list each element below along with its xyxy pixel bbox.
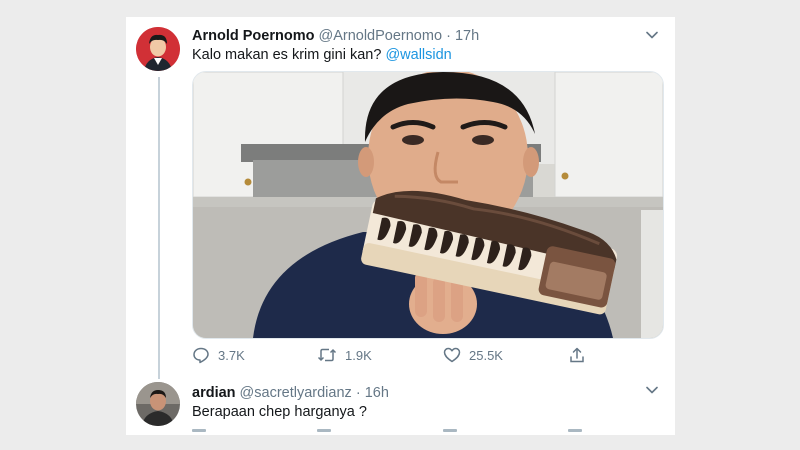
tweet-photo[interactable] <box>192 71 664 339</box>
reply-header: ardian @sacretlyardianz · 16h <box>192 385 389 401</box>
reply-button[interactable]: 3.7K <box>192 344 245 366</box>
chevron-down-icon[interactable] <box>643 381 661 399</box>
tweet-text: Kalo makan es krim gini kan? @wallsidn <box>192 47 452 63</box>
heart-icon <box>443 346 461 364</box>
author-handle[interactable]: @ArnoldPoernomo <box>318 28 442 44</box>
share-icon[interactable] <box>568 429 582 432</box>
reply-author-avatar[interactable] <box>136 382 180 426</box>
retweet-icon <box>317 346 337 364</box>
retweet-icon[interactable] <box>317 429 331 432</box>
tweet-timestamp[interactable]: 17h <box>455 28 479 44</box>
reply-count: 3.7K <box>218 347 245 363</box>
reply-text: Berapaan chep harganya ? <box>192 404 367 420</box>
reply-author-handle[interactable]: @sacretlyardianz <box>240 385 352 401</box>
reply-icon[interactable] <box>192 429 206 432</box>
thread-connector-line <box>158 77 160 379</box>
reply-author-name[interactable]: ardian <box>192 385 236 401</box>
author-name[interactable]: Arnold Poernomo <box>192 28 314 44</box>
tweet-thread-card: Arnold Poernomo @ArnoldPoernomo · 17h Ka… <box>126 17 675 435</box>
retweet-count: 1.9K <box>345 347 372 363</box>
mention-link[interactable]: @wallsidn <box>385 47 451 63</box>
like-button[interactable]: 25.5K <box>443 344 503 366</box>
tweet-header: Arnold Poernomo @ArnoldPoernomo · 17h <box>192 28 479 44</box>
tweet-action-bar: 3.7K 1.9K 25.5K <box>192 344 662 366</box>
author-avatar[interactable] <box>136 27 180 71</box>
share-button[interactable] <box>568 344 586 366</box>
share-icon <box>568 346 586 364</box>
separator-dot: · <box>355 385 361 401</box>
reply-icon <box>192 346 210 364</box>
retweet-button[interactable]: 1.9K <box>317 344 372 366</box>
reply-timestamp[interactable]: 16h <box>365 385 389 401</box>
reply-action-bar <box>192 429 662 435</box>
chevron-down-icon[interactable] <box>643 26 661 44</box>
separator-dot: · <box>446 28 451 44</box>
tweet-body: Kalo makan es krim gini kan? <box>192 47 382 63</box>
like-count: 25.5K <box>469 347 503 363</box>
heart-icon[interactable] <box>443 429 457 432</box>
